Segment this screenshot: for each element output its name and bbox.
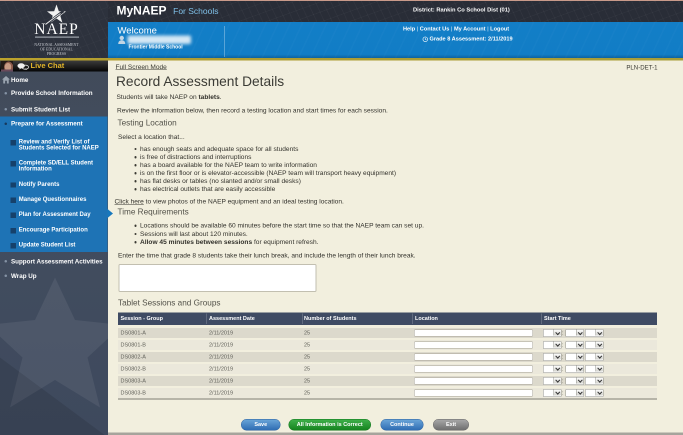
svg-text:NAEP: NAEP (34, 21, 78, 38)
svg-text:NATIONAL ASSESSMENT: NATIONAL ASSESSMENT (34, 43, 79, 47)
svg-text:PROGRESS: PROGRESS (47, 52, 66, 56)
svg-text:OF EDUCATIONAL: OF EDUCATIONAL (40, 48, 73, 52)
